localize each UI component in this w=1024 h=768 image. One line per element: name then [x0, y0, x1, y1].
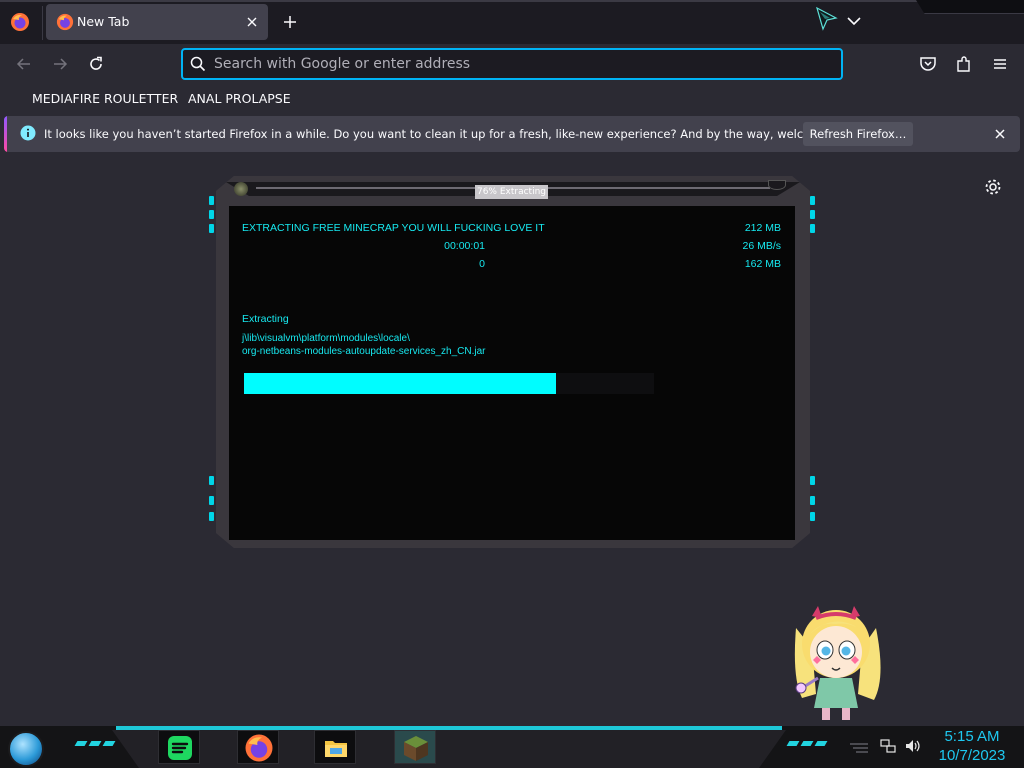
- window-minimize-icon[interactable]: [768, 180, 786, 190]
- settings-gear-icon[interactable]: [984, 178, 1002, 196]
- tab-new-tab[interactable]: New Tab: [46, 4, 268, 40]
- taskbar-app-spotify[interactable]: [158, 730, 200, 764]
- firefox-app-menu-icon[interactable]: [10, 12, 30, 32]
- refresh-notification-bar: It looks like you haven’t started Firefo…: [4, 116, 1020, 152]
- frame-notch: [209, 496, 214, 505]
- info-icon: [20, 125, 36, 141]
- taskbar-deco-dash: [88, 741, 102, 746]
- taskbar-app-file-explorer[interactable]: [314, 730, 356, 764]
- forward-arrow-icon[interactable]: [51, 55, 69, 73]
- extraction-display: EXTRACTING FREE MINECRAP YOU WILL FUCKIN…: [229, 206, 795, 540]
- frame-notch: [810, 224, 815, 233]
- chevron-down-icon[interactable]: [845, 12, 863, 30]
- taskbar-deco-dash: [800, 741, 814, 746]
- volume-icon[interactable]: [904, 738, 922, 754]
- elapsed-time: 00:00:01: [444, 240, 485, 252]
- back-arrow-icon[interactable]: [15, 55, 33, 73]
- close-notification-icon[interactable]: [992, 126, 1008, 142]
- taskbar-glow-line: [116, 726, 782, 730]
- frame-notch: [810, 476, 815, 485]
- minecraft-icon: [401, 733, 431, 763]
- clock-date: 10/7/2023: [938, 747, 1006, 764]
- taskbar-clock[interactable]: 5:15 AM 10/7/2023: [930, 727, 1014, 765]
- extraction-status: Extracting: [242, 313, 289, 325]
- notification-accent-stripe: [4, 116, 7, 152]
- total-size: 212 MB: [744, 222, 781, 234]
- bookmarks-toolbar: MEDIAFIRE ROULETTER ANAL PROLAPSE: [0, 84, 1024, 114]
- frame-notch: [810, 512, 815, 521]
- taskbar-deco-dash: [786, 741, 800, 746]
- extraction-speed: 26 MB/s: [742, 240, 781, 252]
- frame-notch: [209, 210, 214, 219]
- extraction-window-title: 76% Extracting: [475, 185, 548, 199]
- spotify-icon: [165, 733, 195, 763]
- file-count: 0: [479, 258, 485, 270]
- search-icon: [190, 56, 206, 72]
- taskbar-deco-dash: [102, 741, 116, 746]
- extraction-progress-bar: [244, 373, 654, 394]
- address-bar[interactable]: [181, 48, 843, 80]
- frame-notch: [209, 512, 214, 521]
- file-explorer-icon: [321, 733, 351, 763]
- extensions-puzzle-icon[interactable]: [955, 55, 973, 73]
- frame-notch: [209, 224, 214, 233]
- current-file-path: j\lib\visualvm\platform\modules\locale\: [242, 333, 410, 344]
- taskbar: [0, 726, 1024, 768]
- window-knob-icon[interactable]: [234, 182, 248, 196]
- tab-title: New Tab: [77, 14, 130, 29]
- window-corner-decoration: [916, 0, 1024, 14]
- extraction-heading: EXTRACTING FREE MINECRAP YOU WILL FUCKIN…: [242, 222, 545, 234]
- refresh-firefox-button[interactable]: Refresh Firefox…: [803, 122, 913, 146]
- taskbar-deco-dash: [814, 741, 828, 746]
- taskbar-deco-dash: [74, 741, 88, 746]
- extracted-size: 162 MB: [744, 258, 781, 270]
- start-orb-button[interactable]: [8, 731, 44, 767]
- firefox-icon: [244, 733, 274, 763]
- notification-message: It looks like you haven’t started Firefo…: [44, 127, 865, 141]
- close-tab-icon[interactable]: [244, 14, 260, 30]
- bookmark-mediafire-rouletter[interactable]: MEDIAFIRE ROULETTER: [32, 91, 178, 106]
- bookmark-anal-prolapse[interactable]: ANAL PROLAPSE: [188, 91, 291, 106]
- taskbar-app-minecraft[interactable]: [394, 730, 436, 764]
- address-input[interactable]: [214, 54, 814, 74]
- taskbar-rail: [112, 730, 786, 768]
- window-edge: [0, 0, 1024, 2]
- tray-menu-icon[interactable]: [848, 740, 870, 756]
- clock-time: 5:15 AM: [944, 728, 1000, 745]
- progress-fill: [244, 373, 556, 394]
- network-icon[interactable]: [880, 738, 896, 754]
- reload-icon[interactable]: [87, 55, 105, 73]
- star-butterfly-desktop-mascot: [782, 598, 890, 724]
- frame-notch: [209, 476, 214, 485]
- current-file-name: org-netbeans-modules-autoupdate-services…: [242, 346, 486, 357]
- extraction-window: 76% Extracting EXTRACTING FREE MINECRAP …: [209, 176, 815, 548]
- pocket-icon[interactable]: [919, 55, 937, 73]
- firefox-favicon-icon: [56, 13, 74, 31]
- frame-notch: [209, 196, 214, 205]
- frame-notch: [810, 496, 815, 505]
- tab-strip: New Tab: [0, 0, 1024, 44]
- frame-notch: [810, 196, 815, 205]
- frame-notch: [810, 210, 815, 219]
- new-tab-plus-icon[interactable]: [280, 12, 300, 32]
- navigation-toolbar: [0, 44, 1024, 84]
- tab-separator: [42, 6, 43, 40]
- hamburger-menu-icon[interactable]: [991, 55, 1009, 73]
- mouse-cursor-icon: [814, 6, 840, 32]
- taskbar-app-firefox[interactable]: [237, 730, 279, 764]
